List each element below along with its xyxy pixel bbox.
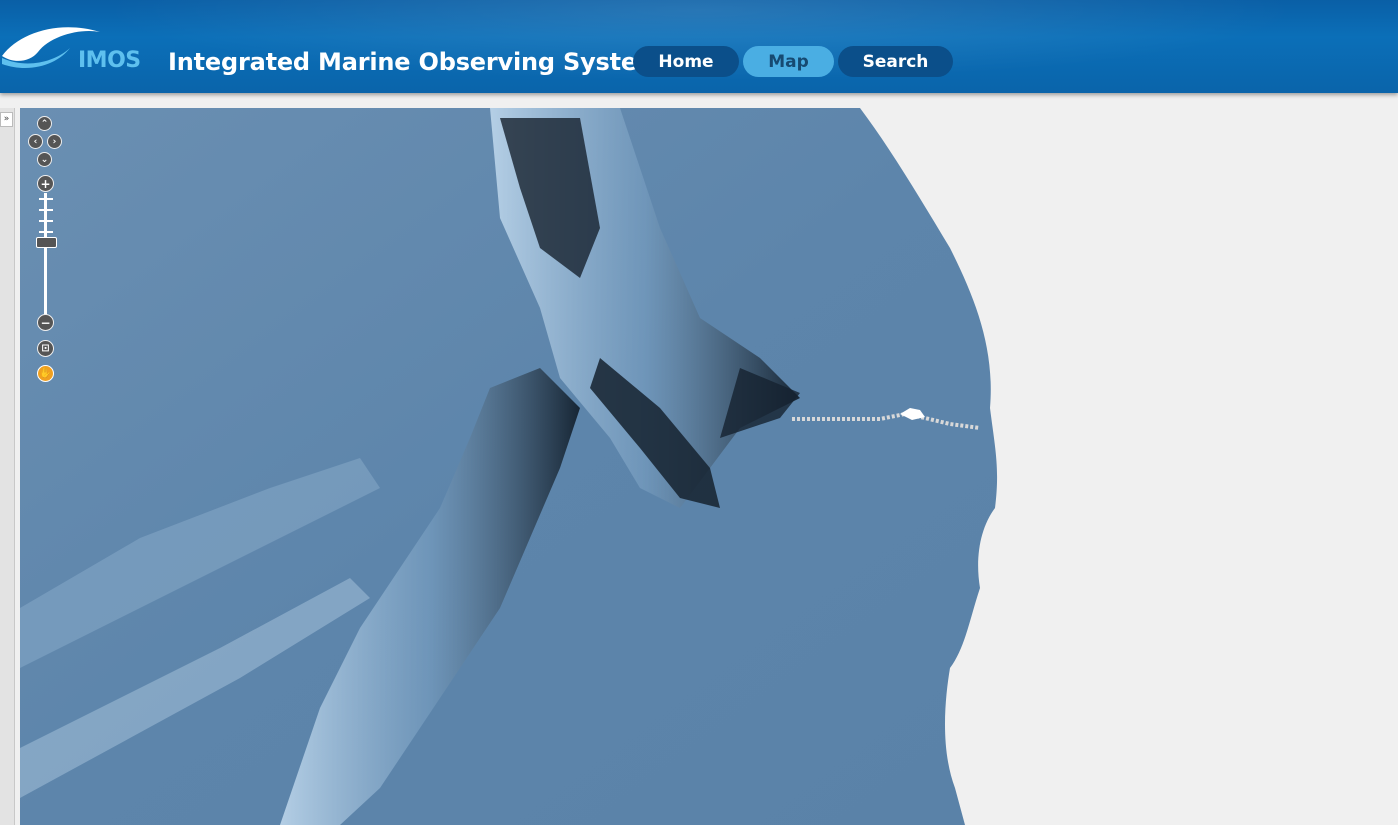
expand-sidebar-button[interactable]: » <box>0 112 13 127</box>
zoom-tick[interactable] <box>39 198 53 200</box>
zoom-tick[interactable] <box>39 209 53 211</box>
logo-text: IMOS <box>78 48 141 73</box>
nav-map-button[interactable]: Map <box>743 46 834 77</box>
pan-down-icon[interactable]: ⌄ <box>37 152 52 167</box>
zoom-tick[interactable] <box>39 220 53 222</box>
collapsed-sidebar <box>0 108 15 825</box>
pan-right-icon[interactable]: › <box>47 134 62 149</box>
pan-tool-icon[interactable]: ✋ <box>37 365 54 382</box>
site-title: Integrated Marine Observing System <box>168 48 662 76</box>
pan-up-icon[interactable]: ⌃ <box>37 116 52 131</box>
site-header: IMOS Integrated Marine Observing System … <box>0 0 1398 93</box>
bathymetry-layer[interactable] <box>20 108 1398 825</box>
zoom-tick[interactable] <box>39 231 53 233</box>
zoom-out-icon[interactable]: − <box>37 314 54 331</box>
pan-left-icon[interactable]: ‹ <box>28 134 43 149</box>
zoom-bar[interactable] <box>44 193 47 317</box>
zoom-slider[interactable] <box>36 237 57 248</box>
zoom-box-icon[interactable]: ⊡ <box>37 340 54 357</box>
nav-home-button[interactable]: Home <box>633 46 739 77</box>
zoom-in-icon[interactable]: + <box>37 175 54 192</box>
main-nav: Home Map Search <box>633 46 953 77</box>
map-viewport[interactable]: ⌃ ‹ › ⌄ + <box>20 108 1398 825</box>
nav-search-button[interactable]: Search <box>838 46 953 77</box>
